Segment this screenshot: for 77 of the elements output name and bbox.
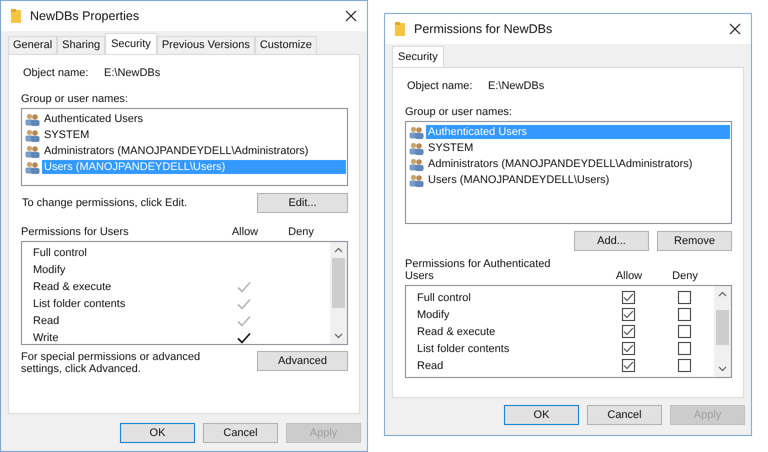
tab[interactable]: Security — [105, 33, 157, 54]
user-list-item[interactable]: Users (MANOJPANDEYDELL\Users) — [426, 173, 730, 187]
permission-name: Write — [33, 332, 58, 344]
users-icon — [409, 174, 424, 186]
tab[interactable]: Previous Versions — [156, 36, 255, 54]
scrollbar[interactable] — [330, 242, 347, 344]
users-icon — [25, 160, 40, 174]
checkbox[interactable] — [622, 308, 634, 321]
checkbox[interactable] — [678, 359, 690, 372]
user-list-item[interactable]: Administrators (MANOJPANDEYDELL\Administrators) — [426, 157, 730, 171]
permission-name: List folder contents — [417, 342, 510, 354]
group-list-label: Group or user names: — [21, 93, 129, 105]
user-list-item[interactable]: Authenticated Users — [42, 112, 346, 126]
permission-name: Read — [417, 360, 444, 372]
permission-name: Full control — [417, 292, 471, 304]
dialog-button[interactable]: Cancel — [587, 405, 662, 425]
user-list-item[interactable]: SYSTEM — [42, 128, 346, 142]
user-list-item[interactable]: SYSTEM — [426, 141, 730, 155]
checkbox[interactable] — [622, 359, 634, 372]
dialog-button[interactable]: OK — [120, 423, 195, 443]
permissions-label: Permissions for Users — [21, 226, 130, 238]
checkbox[interactable] — [622, 325, 634, 338]
column-header: Allow — [614, 270, 644, 282]
permissions-label: Permissions for Authenticated Users — [405, 258, 552, 282]
advanced-button[interactable]: Advanced — [257, 351, 348, 371]
users-icon — [25, 112, 40, 126]
permission-name: Read — [33, 314, 60, 326]
permission-name: Modify — [417, 308, 450, 320]
tab[interactable]: Sharing — [57, 36, 106, 54]
list-action-button[interactable]: Edit... — [257, 193, 348, 213]
tab[interactable]: Security — [392, 46, 444, 67]
tab[interactable]: Customize — [254, 36, 317, 54]
permission-name: Read & execute — [417, 326, 496, 338]
dialog-button[interactable]: Cancel — [203, 423, 278, 443]
object-name-value: E:\NewDBs — [104, 67, 160, 79]
advanced-hint: For special permissions or advanced settings, click Advanced. — [21, 351, 202, 375]
users-icon — [25, 128, 40, 142]
checkbox[interactable] — [678, 342, 690, 355]
checkbox[interactable] — [678, 291, 690, 304]
list-action-button[interactable]: Remove — [657, 231, 732, 251]
user-list[interactable]: Authenticated Users SYSTEM Administrators (MANOJPANDEYDELL\Administrators) Users (MANOJPANDEYDELL\Users) — [21, 108, 348, 186]
column-header: Deny — [671, 270, 699, 282]
user-list[interactable]: Authenticated Users SYSTEM Administrators (MANOJPANDEYDELL\Administrators) Users (MANOJPANDEYDELL\Users) — [405, 121, 732, 224]
column-header: Deny — [287, 226, 315, 238]
edit-hint: To change permissions, click Edit. — [21, 197, 188, 209]
permission-name: Modify — [33, 264, 66, 276]
folder-icon — [395, 22, 405, 36]
chevron-up-icon[interactable] — [718, 291, 727, 297]
checkbox[interactable] — [622, 342, 634, 355]
permission-name: List folder contents — [33, 298, 126, 310]
folder-icon — [11, 9, 21, 23]
scrollbar[interactable] — [714, 286, 731, 377]
object-name-label: Object name: — [23, 67, 90, 79]
permission-name: Read & execute — [33, 280, 112, 292]
window-title: Permissions for NewDBs — [414, 22, 554, 36]
checkbox[interactable] — [678, 325, 690, 338]
user-list-item[interactable]: Administrators (MANOJPANDEYDELL\Administrators) — [42, 144, 346, 158]
object-name-value: E:\NewDBs — [488, 80, 544, 92]
users-icon — [409, 158, 424, 170]
column-header: Allow — [230, 226, 260, 238]
group-list-label: Group or user names: — [405, 106, 513, 118]
users-icon — [409, 126, 424, 138]
users-icon — [409, 142, 424, 154]
object-name-label: Object name: — [407, 80, 474, 92]
chevron-up-icon[interactable] — [334, 247, 343, 253]
permission-name: Full control — [33, 246, 87, 258]
tab[interactable]: General — [8, 36, 58, 54]
close-icon[interactable] — [729, 23, 741, 35]
close-icon[interactable] — [345, 10, 357, 22]
checkbox[interactable] — [678, 308, 690, 321]
window-title: NewDBs Properties — [30, 9, 140, 23]
checkbox[interactable] — [622, 291, 634, 304]
users-icon — [25, 144, 40, 158]
dialog-button[interactable]: OK — [504, 405, 579, 425]
chevron-down-icon[interactable] — [718, 366, 727, 372]
chevron-down-icon[interactable] — [334, 333, 343, 339]
list-action-button[interactable]: Add... — [574, 231, 649, 251]
